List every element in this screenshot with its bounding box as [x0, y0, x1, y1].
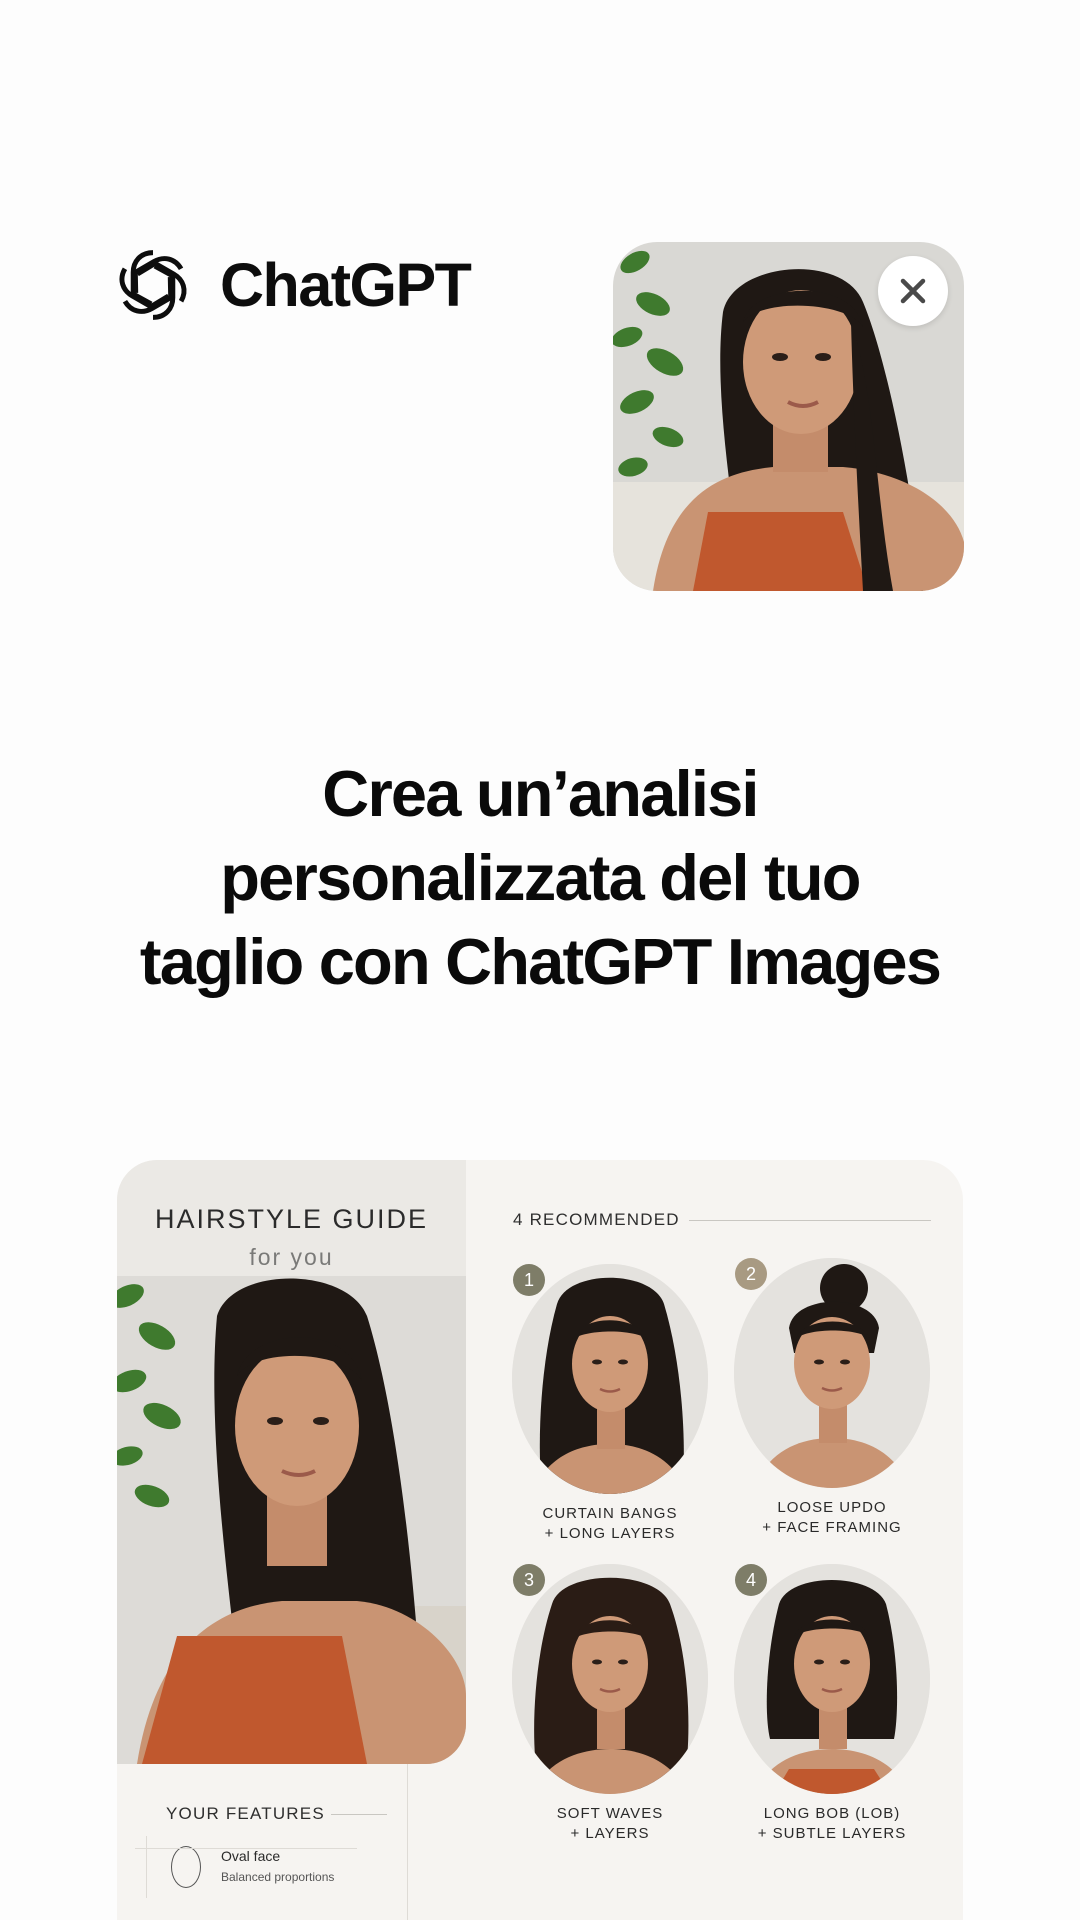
look-2-label-line-1: LOOSE UPDO: [777, 1499, 887, 1516]
brand-name: ChatGPT: [220, 250, 472, 319]
look-1-badge: 1: [513, 1264, 545, 1296]
look-1-label-line-2: + LONG LAYERS: [544, 1525, 676, 1542]
features-panel: YOUR FEATURES Oval face Balanced proport…: [117, 1764, 408, 1920]
look-1-label-line-1: CURTAIN BANGS: [542, 1505, 678, 1522]
look-4-label-line-1: LONG BOB (LOB): [763, 1805, 901, 1822]
look-4[interactable]: 4 LONG BOB (LOB) + SUBTLE LAYERS: [727, 1564, 937, 1844]
close-button[interactable]: [878, 256, 948, 326]
look-1-photo: [512, 1264, 708, 1494]
brand: ChatGPT: [108, 240, 472, 330]
look-4-badge: 4: [735, 1564, 767, 1596]
headline-line-3: taglio con ChatGPT Images: [139, 925, 942, 998]
feature-item: Oval face Balanced proportions: [165, 1836, 386, 1898]
feature-row-divider: [135, 1848, 357, 1849]
oval-face-icon: [171, 1846, 201, 1888]
portrait-photo: [734, 1258, 930, 1488]
look-3-label-line-2: + LAYERS: [570, 1825, 650, 1842]
hairstyle-guide-card[interactable]: HAIRSTYLE GUIDE for you 4 RECOMMENDED 1 …: [117, 1160, 963, 1920]
portrait-photo: [512, 1564, 708, 1794]
look-4-label: LONG BOB (LOB) + SUBTLE LAYERS: [727, 1804, 937, 1844]
recommended-divider: [689, 1220, 931, 1221]
features-divider: [331, 1814, 387, 1815]
headline-line-1: Crea un’analisi: [322, 757, 759, 830]
guide-portrait-photo: [117, 1276, 466, 1764]
guide-left-panel: HAIRSTYLE GUIDE for you: [117, 1160, 466, 1764]
look-1[interactable]: 1 CURTAIN BANGS + LONG LAYERS: [505, 1264, 715, 1544]
guide-title: HAIRSTYLE GUIDE: [154, 1204, 429, 1234]
features-list: Oval face Balanced proportions: [146, 1836, 386, 1898]
look-2-label: LOOSE UPDO + FACE FRAMING: [727, 1498, 937, 1538]
portrait-photo: [512, 1264, 708, 1494]
look-2-badge: 2: [735, 1258, 767, 1290]
look-4-label-line-2: + SUBTLE LAYERS: [757, 1825, 907, 1842]
look-3-badge: 3: [513, 1564, 545, 1596]
look-3-photo: [512, 1564, 708, 1794]
look-2-photo: [734, 1258, 930, 1488]
features-header: YOUR FEATURES: [166, 1804, 325, 1823]
look-3-label-line-1: SOFT WAVES: [556, 1805, 664, 1822]
look-4-photo: [734, 1564, 930, 1794]
look-3-label: SOFT WAVES + LAYERS: [505, 1804, 715, 1844]
look-3[interactable]: 3 SOFT WAVES + LAYERS: [505, 1564, 715, 1844]
close-icon: [900, 278, 926, 304]
openai-knot-icon: [108, 240, 198, 330]
feature-name: Oval face: [221, 1848, 281, 1864]
headline-line-2: personalizzata del tuo: [220, 841, 861, 914]
guide-subtitle: for you: [249, 1244, 334, 1270]
uploaded-photo-thumbnail[interactable]: [613, 242, 964, 591]
recommended-header: 4 RECOMMENDED: [513, 1210, 680, 1229]
feature-description: Balanced proportions: [221, 1870, 335, 1884]
headline: Crea un’analisi personalizzata del tuo t…: [60, 752, 1020, 1004]
look-2[interactable]: 2 LOOSE UPDO + FACE FRAMING: [727, 1258, 937, 1538]
look-1-label: CURTAIN BANGS + LONG LAYERS: [505, 1504, 715, 1544]
page: ChatGPT Crea un’analisi personalizzata d…: [0, 0, 1080, 1920]
look-2-label-line-2: + FACE FRAMING: [762, 1519, 902, 1536]
portrait-photo: [734, 1564, 930, 1794]
